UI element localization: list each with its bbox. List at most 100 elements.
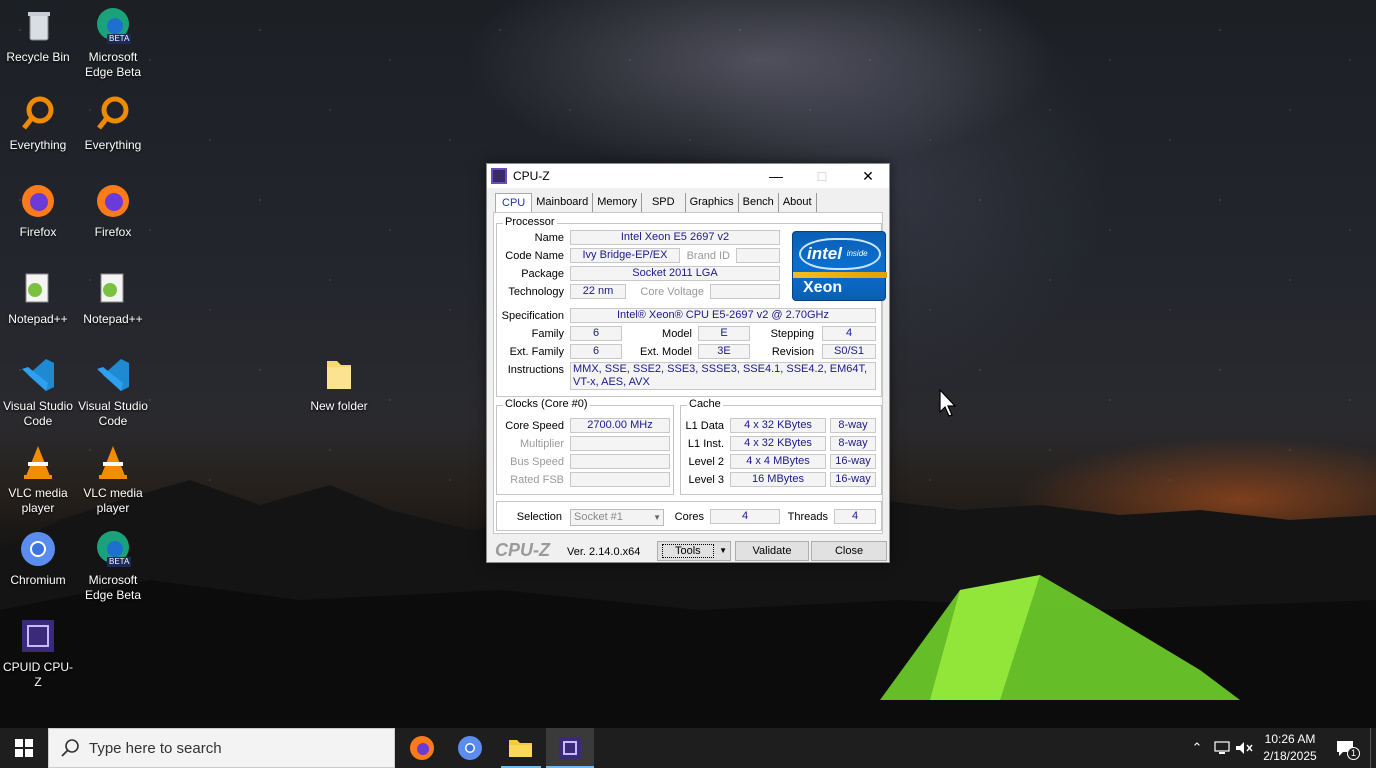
- everything-icon: [18, 94, 58, 134]
- tab-memory[interactable]: Memory: [593, 193, 642, 212]
- cache-l3-size: 16 MBytes: [730, 472, 826, 487]
- firefox-icon: [18, 181, 58, 221]
- intel-inside-badge: intel inside: [799, 238, 881, 270]
- desktop-icon-cpuz[interactable]: CPUID CPU-Z: [0, 616, 76, 690]
- desktop-icon-vlc[interactable]: VLC media player: [0, 442, 76, 516]
- network-icon[interactable]: [1210, 728, 1234, 768]
- desktop-icon-new-folder[interactable]: New folder: [301, 355, 377, 414]
- edge-beta-icon: BETA: [93, 529, 133, 569]
- close-button[interactable]: Close: [811, 541, 887, 561]
- chevron-down-icon: ▼: [653, 513, 661, 522]
- tab-mainboard[interactable]: Mainboard: [532, 193, 594, 212]
- firefox-icon: [410, 736, 434, 760]
- show-hidden-icons-button[interactable]: ⌃: [1186, 728, 1208, 768]
- maximize-button[interactable]: □: [799, 164, 845, 188]
- start-button[interactable]: [0, 728, 48, 768]
- tab-cpu[interactable]: CPU: [495, 193, 533, 212]
- desktop-icon-vscode[interactable]: Visual Studio Code: [0, 355, 76, 429]
- notepadpp-icon: [93, 268, 133, 308]
- desktop-icon-label: Firefox: [94, 225, 132, 239]
- firefox-icon: [93, 181, 133, 221]
- everything-icon: [93, 94, 133, 134]
- desktop-icon-everything[interactable]: Everything: [0, 94, 76, 153]
- multiplier-label: Multiplier: [519, 438, 564, 450]
- threads-value: 4: [834, 509, 876, 524]
- cores-label: Cores: [674, 511, 704, 523]
- brandid-value: [736, 248, 780, 263]
- taskbar-cpuz[interactable]: [546, 728, 594, 768]
- cache-l2-size: 4 x 4 MBytes: [730, 454, 826, 469]
- rated-fsb-value: [570, 472, 670, 487]
- desktop-icon-vscode[interactable]: Visual Studio Code: [75, 355, 151, 429]
- system-clock[interactable]: 10:26 AM 2/18/2025: [1252, 731, 1328, 765]
- cache-l2-label: Level 2: [688, 456, 724, 468]
- ext-model-value: 3E: [698, 344, 750, 359]
- core-speed-value: 2700.00 MHz: [570, 418, 670, 433]
- taskbar-firefox[interactable]: [398, 728, 446, 768]
- notification-center-button[interactable]: 1: [1330, 728, 1360, 768]
- notification-count-badge: 1: [1347, 747, 1360, 760]
- tab-about[interactable]: About: [779, 193, 817, 212]
- processor-legend: Processor: [503, 216, 557, 228]
- desktop-icon-notepadpp[interactable]: Notepad++: [75, 268, 151, 327]
- desktop-icon-recycle-bin[interactable]: Recycle Bin: [0, 6, 76, 65]
- stepping-label: Stepping: [770, 328, 814, 340]
- codename-label: Code Name: [505, 250, 564, 262]
- folder-icon: [319, 355, 359, 395]
- desktop-icon-chromium[interactable]: Chromium: [0, 529, 76, 588]
- minimize-button[interactable]: —: [753, 164, 799, 188]
- taskbar-file-explorer[interactable]: [497, 728, 545, 768]
- tools-button-label: Tools: [662, 544, 714, 558]
- version-label: Ver. 2.14.0.x64: [567, 546, 641, 558]
- search-icon: [61, 739, 79, 757]
- tab-spd[interactable]: SPD: [642, 193, 686, 212]
- desktop-icon-label: Microsoft Edge Beta: [84, 573, 142, 602]
- socket-select[interactable]: Socket #1 ▼: [570, 509, 664, 526]
- desktop-icon-label: Firefox: [19, 225, 57, 239]
- desktop-icon-label: VLC media player: [83, 486, 143, 515]
- desktop-icon-label: New folder: [310, 399, 368, 413]
- inside-word: inside: [846, 249, 868, 258]
- threads-label: Threads: [787, 511, 828, 523]
- desktop-icon-vlc[interactable]: VLC media player: [75, 442, 151, 516]
- tools-button[interactable]: Tools ▼: [657, 541, 731, 561]
- intel-wordmark: intel: [807, 244, 842, 263]
- close-window-button[interactable]: ✕: [845, 164, 891, 188]
- title-bar[interactable]: CPU-Z — □ ✕: [487, 164, 889, 188]
- desktop-icon-label: Everything: [84, 138, 142, 152]
- taskbar-chromium[interactable]: [446, 728, 494, 768]
- name-label: Name: [534, 232, 564, 244]
- desktop-icon-firefox[interactable]: Firefox: [75, 181, 151, 240]
- desktop-icon-everything[interactable]: Everything: [75, 94, 151, 153]
- core-speed-label: Core Speed: [505, 420, 564, 432]
- cache-l1data-size: 4 x 32 KBytes: [730, 418, 826, 433]
- revision-value: S0/S1: [822, 344, 876, 359]
- taskbar-search-box[interactable]: Type here to search: [48, 728, 395, 768]
- volume-muted-icon[interactable]: [1234, 728, 1254, 768]
- vscode-icon: [18, 355, 58, 395]
- specification-value: Intel® Xeon® CPU E5-2697 v2 @ 2.70GHz: [570, 308, 876, 323]
- clock-time: 10:26 AM: [1264, 732, 1316, 746]
- edge-beta-icon: BETA: [93, 6, 133, 46]
- desktop-icon-edge-beta[interactable]: BETA Microsoft Edge Beta: [75, 529, 151, 603]
- chevron-down-icon: ▼: [719, 546, 727, 555]
- cpu-tab-panel: Processor Name Intel Xeon E5 2697 v2 Cod…: [493, 212, 887, 534]
- tab-bench[interactable]: Bench: [739, 193, 779, 212]
- taskbar: Type here to search ⌃ 10:26 AM 2/18/2025…: [0, 728, 1376, 768]
- windows-logo-icon: [15, 739, 33, 757]
- desktop-icon-label: Recycle Bin: [6, 50, 70, 64]
- name-value: Intel Xeon E5 2697 v2: [570, 230, 780, 245]
- desktop-icon-edge-beta[interactable]: BETA Microsoft Edge Beta: [75, 6, 151, 80]
- ext-family-value: 6: [570, 344, 622, 359]
- desktop-icon-firefox[interactable]: Firefox: [0, 181, 76, 240]
- codename-value: Ivy Bridge-EP/EX: [570, 248, 680, 263]
- revision-label: Revision: [771, 346, 814, 358]
- core-voltage-value: [710, 284, 780, 299]
- tab-graphics[interactable]: Graphics: [686, 193, 739, 212]
- desktop-icon-label: Microsoft Edge Beta: [84, 50, 142, 79]
- validate-button[interactable]: Validate: [735, 541, 809, 561]
- desktop-icon-notepadpp[interactable]: Notepad++: [0, 268, 76, 327]
- cache-l1inst-label: L1 Inst.: [687, 438, 724, 450]
- show-desktop-button[interactable]: [1370, 728, 1376, 768]
- bus-speed-value: [570, 454, 670, 469]
